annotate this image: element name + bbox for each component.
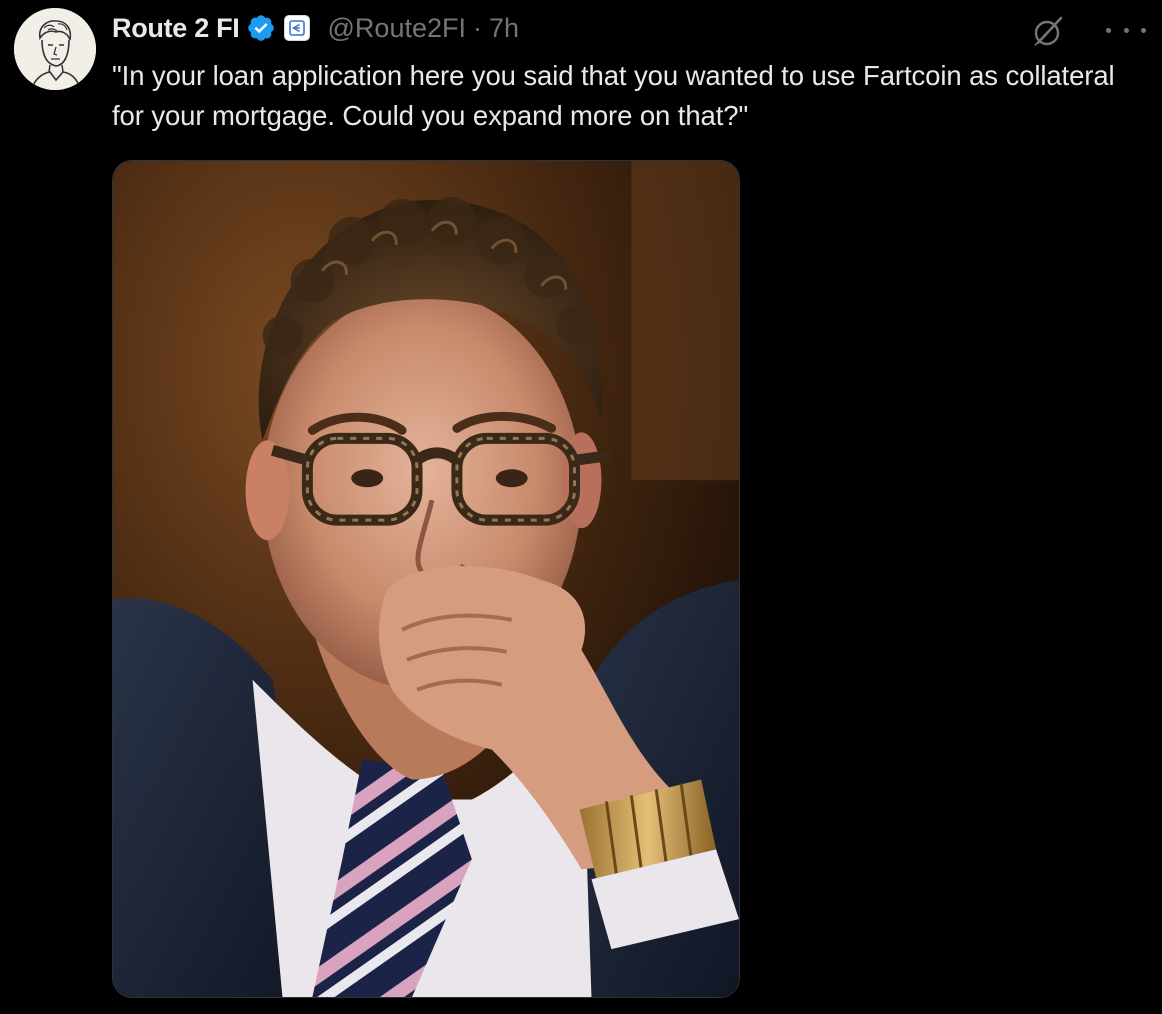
timestamp[interactable]: 7h [489, 13, 519, 44]
more-dot [1141, 27, 1146, 33]
tweet[interactable]: Route 2 FI @Route2FI · 7h "In your loan … [0, 0, 1162, 1014]
grok-icon[interactable] [1030, 14, 1066, 50]
more-icon[interactable] [1106, 20, 1146, 40]
separator-dot: · [472, 12, 482, 43]
tweet-photo[interactable] [112, 160, 740, 998]
author-display-name[interactable]: Route 2 FI [112, 13, 240, 44]
tweet-header: Route 2 FI @Route2FI · 7h [112, 8, 519, 48]
affiliate-badge-icon[interactable] [283, 15, 310, 41]
verified-badge-icon[interactable] [246, 13, 276, 43]
tweet-text: "In your loan application here you said … [112, 60, 1115, 131]
more-dot [1123, 27, 1129, 33]
more-dot [1106, 27, 1111, 33]
author-handle[interactable]: @Route2FI [328, 13, 466, 44]
avatar-icon[interactable] [14, 8, 96, 90]
